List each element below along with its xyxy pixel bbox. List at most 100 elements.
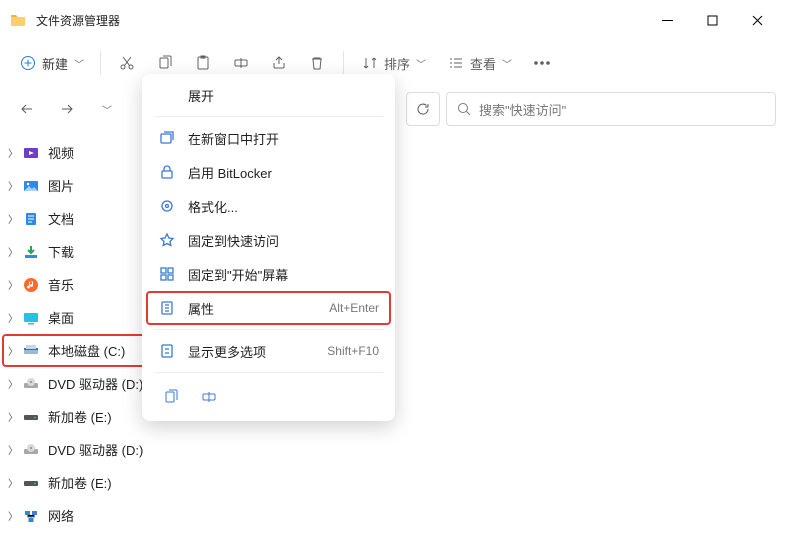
arrow-left-icon bbox=[20, 102, 34, 116]
arrow-right-icon bbox=[60, 102, 74, 116]
sidebar-item[interactable]: 〉新加卷 (E:) bbox=[2, 466, 168, 499]
drive-icon bbox=[22, 342, 40, 360]
properties-icon bbox=[158, 299, 176, 317]
open-new-icon bbox=[158, 129, 176, 147]
sidebar-item-label: 本地磁盘 (C:) bbox=[48, 341, 125, 360]
context-menu-bottom-row bbox=[146, 377, 391, 417]
context-menu-item[interactable]: 展开 bbox=[146, 78, 391, 112]
chevron-right-icon: 〉 bbox=[6, 244, 20, 259]
chevron-right-icon: 〉 bbox=[6, 376, 20, 391]
separator bbox=[100, 51, 101, 75]
paste-icon bbox=[195, 55, 211, 71]
format-icon bbox=[158, 197, 176, 215]
close-button[interactable] bbox=[735, 5, 780, 35]
drive2-icon bbox=[22, 474, 40, 492]
context-menu-label: 启用 BitLocker bbox=[188, 163, 379, 182]
chevron-right-icon: 〉 bbox=[6, 145, 20, 160]
sidebar-item-label: DVD 驱动器 (D:) bbox=[48, 374, 143, 393]
chevron-right-icon: 〉 bbox=[6, 508, 20, 523]
chevron-right-icon: 〉 bbox=[6, 178, 20, 193]
rename-icon bbox=[233, 55, 249, 71]
chevron-down-icon: ﹀ bbox=[102, 102, 112, 117]
maximize-button[interactable] bbox=[690, 5, 735, 35]
more-icon bbox=[158, 342, 176, 360]
share-icon bbox=[271, 55, 287, 71]
separator bbox=[154, 372, 383, 373]
chevron-down-icon: ﹀ bbox=[502, 56, 512, 71]
titlebar: 文件资源管理器 bbox=[0, 0, 786, 40]
sidebar-item-label: 下载 bbox=[48, 242, 74, 261]
blank-icon bbox=[158, 86, 176, 104]
context-menu-label: 格式化... bbox=[188, 197, 379, 216]
search-box[interactable]: 搜索"快速访问" bbox=[446, 92, 776, 126]
recent-button[interactable]: ﹀ bbox=[90, 92, 124, 126]
network-icon bbox=[22, 507, 40, 525]
context-menu-item[interactable]: 固定到快速访问 bbox=[146, 223, 391, 257]
drive2-icon bbox=[22, 408, 40, 426]
video-icon bbox=[22, 144, 40, 162]
chevron-right-icon: 〉 bbox=[6, 442, 20, 457]
context-menu-label: 展开 bbox=[188, 86, 379, 105]
minimize-button[interactable] bbox=[645, 5, 690, 35]
forward-button[interactable] bbox=[50, 92, 84, 126]
cut-button[interactable] bbox=[109, 46, 145, 80]
desktop-icon bbox=[22, 309, 40, 327]
pin-start-icon bbox=[158, 265, 176, 283]
sidebar-item-label: 网络 bbox=[48, 506, 74, 525]
separator bbox=[154, 329, 383, 330]
chevron-right-icon: 〉 bbox=[6, 343, 20, 358]
sidebar-item[interactable]: 〉 网络 bbox=[2, 499, 168, 532]
rename-button[interactable] bbox=[192, 381, 226, 413]
sidebar-item-label: DVD 驱动器 (D:) bbox=[48, 440, 143, 459]
chevron-right-icon: 〉 bbox=[6, 310, 20, 325]
sidebar-item-label: 视频 bbox=[48, 143, 74, 162]
context-menu-item[interactable]: 在新窗口中打开 bbox=[146, 121, 391, 155]
chevron-right-icon: 〉 bbox=[6, 211, 20, 226]
context-menu-accel: Shift+F10 bbox=[327, 344, 379, 358]
sort-label: 排序 bbox=[384, 54, 410, 73]
search-icon bbox=[457, 102, 471, 116]
more-button[interactable] bbox=[524, 46, 560, 80]
view-button[interactable]: 查看 ﹀ bbox=[438, 46, 522, 80]
view-icon bbox=[448, 55, 464, 71]
folder-icon bbox=[10, 12, 26, 28]
sidebar-item-label: 桌面 bbox=[48, 308, 74, 327]
copy-button[interactable] bbox=[154, 381, 188, 413]
bitlocker-icon bbox=[158, 163, 176, 181]
dvd-icon bbox=[22, 441, 40, 459]
context-menu: 展开在新窗口中打开启用 BitLocker 格式化... 固定到快速访问固定到"开始… bbox=[142, 74, 395, 421]
separator bbox=[154, 116, 383, 117]
chevron-down-icon: ﹀ bbox=[74, 56, 84, 71]
context-menu-item[interactable]: 属性 Alt+Enter bbox=[146, 291, 391, 325]
plus-circle-icon bbox=[20, 55, 36, 71]
chevron-right-icon: 〉 bbox=[6, 409, 20, 424]
new-button[interactable]: 新建 ﹀ bbox=[12, 46, 92, 80]
chevron-down-icon: ﹀ bbox=[416, 56, 426, 71]
view-label: 查看 bbox=[470, 54, 496, 73]
refresh-button[interactable] bbox=[406, 92, 440, 126]
context-menu-item[interactable]: 启用 BitLocker bbox=[146, 155, 391, 189]
new-label: 新建 bbox=[42, 54, 68, 73]
back-button[interactable] bbox=[10, 92, 44, 126]
context-menu-item[interactable]: 显示更多选项Shift+F10 bbox=[146, 334, 391, 368]
more-icon bbox=[534, 61, 550, 65]
sidebar-item-label: 新加卷 (E:) bbox=[48, 473, 112, 492]
dvd-icon bbox=[22, 375, 40, 393]
downloads-icon bbox=[22, 243, 40, 261]
context-menu-accel: Alt+Enter bbox=[329, 301, 379, 315]
separator bbox=[343, 51, 344, 75]
sidebar-item[interactable]: 〉 DVD 驱动器 (D:) bbox=[2, 433, 168, 466]
search-placeholder: 搜索"快速访问" bbox=[479, 100, 566, 119]
context-menu-label: 在新窗口中打开 bbox=[188, 129, 379, 148]
cut-icon bbox=[119, 55, 135, 71]
trash-icon bbox=[309, 55, 325, 71]
context-menu-item[interactable]: 格式化... bbox=[146, 189, 391, 223]
sidebar-item-label: 新加卷 (E:) bbox=[48, 407, 112, 426]
documents-icon bbox=[22, 210, 40, 228]
sidebar-item-label: 图片 bbox=[48, 176, 74, 195]
copy-icon bbox=[157, 55, 173, 71]
chevron-right-icon: 〉 bbox=[6, 277, 20, 292]
pictures-icon bbox=[22, 177, 40, 195]
context-menu-item[interactable]: 固定到"开始"屏幕 bbox=[146, 257, 391, 291]
context-menu-label: 属性 bbox=[188, 299, 317, 318]
